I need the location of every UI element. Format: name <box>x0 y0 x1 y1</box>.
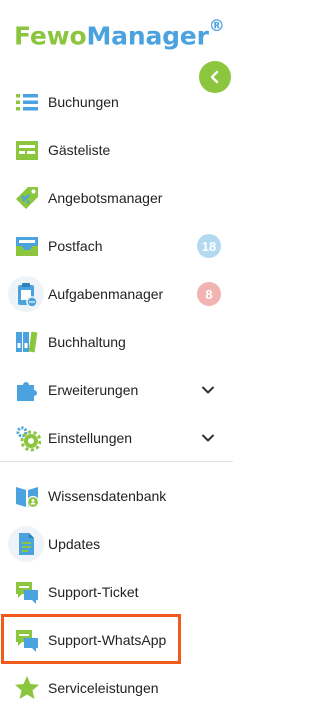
unread-count-badge: 18 <box>197 234 221 258</box>
logo-part-manager: Manager <box>86 21 209 51</box>
sidebar-item-angebotsmanager[interactable]: Angebotsmanager <box>0 174 233 222</box>
sidebar-item-gaesteliste[interactable]: Gästeliste <box>0 126 233 174</box>
document-icon <box>8 526 44 562</box>
inbox-icon <box>11 230 43 262</box>
guest-list-icon <box>11 134 43 166</box>
sidebar-item-serviceleistungen[interactable]: Serviceleistungen <box>0 664 233 708</box>
sidebar-item-label: Gästeliste <box>48 142 111 158</box>
sidebar-item-label: Erweiterungen <box>48 382 139 398</box>
chat-bubbles-icon <box>11 576 43 608</box>
gears-icon <box>11 422 43 454</box>
star-icon <box>11 672 43 704</box>
sidebar-item-erweiterungen[interactable]: Erweiterungen <box>0 366 233 414</box>
sidebar-item-einstellungen[interactable]: Einstellungen <box>0 414 233 462</box>
sidebar-item-label: Serviceleistungen <box>48 680 159 696</box>
knowledge-book-icon <box>11 480 43 512</box>
sidebar-item-buchhaltung[interactable]: Buchhaltung <box>0 318 233 366</box>
sidebar-item-postfach[interactable]: Postfach 18 <box>0 222 233 270</box>
clipboard-icon <box>8 276 44 312</box>
sidebar-item-label: Einstellungen <box>48 430 133 446</box>
chevron-down-icon[interactable] <box>201 383 215 397</box>
registered-mark: ® <box>208 16 225 35</box>
puzzle-icon <box>11 374 43 406</box>
price-tag-icon <box>11 182 43 214</box>
sidebar: FewoManager® Buchungen Gästeliste Angebo… <box>0 0 233 708</box>
list-icon <box>11 86 43 118</box>
sidebar-item-label: Updates <box>48 536 101 552</box>
sidebar-item-updates[interactable]: Updates <box>0 520 233 568</box>
sidebar-item-support-ticket[interactable]: Support-Ticket <box>0 568 233 616</box>
fewomanager-logo[interactable]: FewoManager® <box>14 16 225 51</box>
sidebar-item-label: Postfach <box>48 238 103 254</box>
sidebar-item-label: Buchungen <box>48 94 119 110</box>
logo-part-fewo: Fewo <box>14 21 87 51</box>
sidebar-item-aufgabenmanager[interactable]: Aufgabenmanager 8 <box>0 270 233 318</box>
sidebar-divider <box>0 461 233 462</box>
sidebar-item-label: Wissensdatenbank <box>48 488 167 504</box>
sidebar-item-label: Support-Ticket <box>48 584 139 600</box>
binders-icon <box>11 326 43 358</box>
sidebar-item-buchungen[interactable]: Buchungen <box>0 78 233 126</box>
sidebar-item-label: Angebotsmanager <box>48 190 163 206</box>
sidebar-item-label: Aufgabenmanager <box>48 286 164 302</box>
chevron-down-icon[interactable] <box>201 431 215 445</box>
sidebar-item-label: Buchhaltung <box>48 334 126 350</box>
sidebar-item-wissensdatenbank[interactable]: Wissensdatenbank <box>0 472 233 520</box>
highlight-frame <box>1 614 181 664</box>
task-count-badge: 8 <box>197 282 221 306</box>
